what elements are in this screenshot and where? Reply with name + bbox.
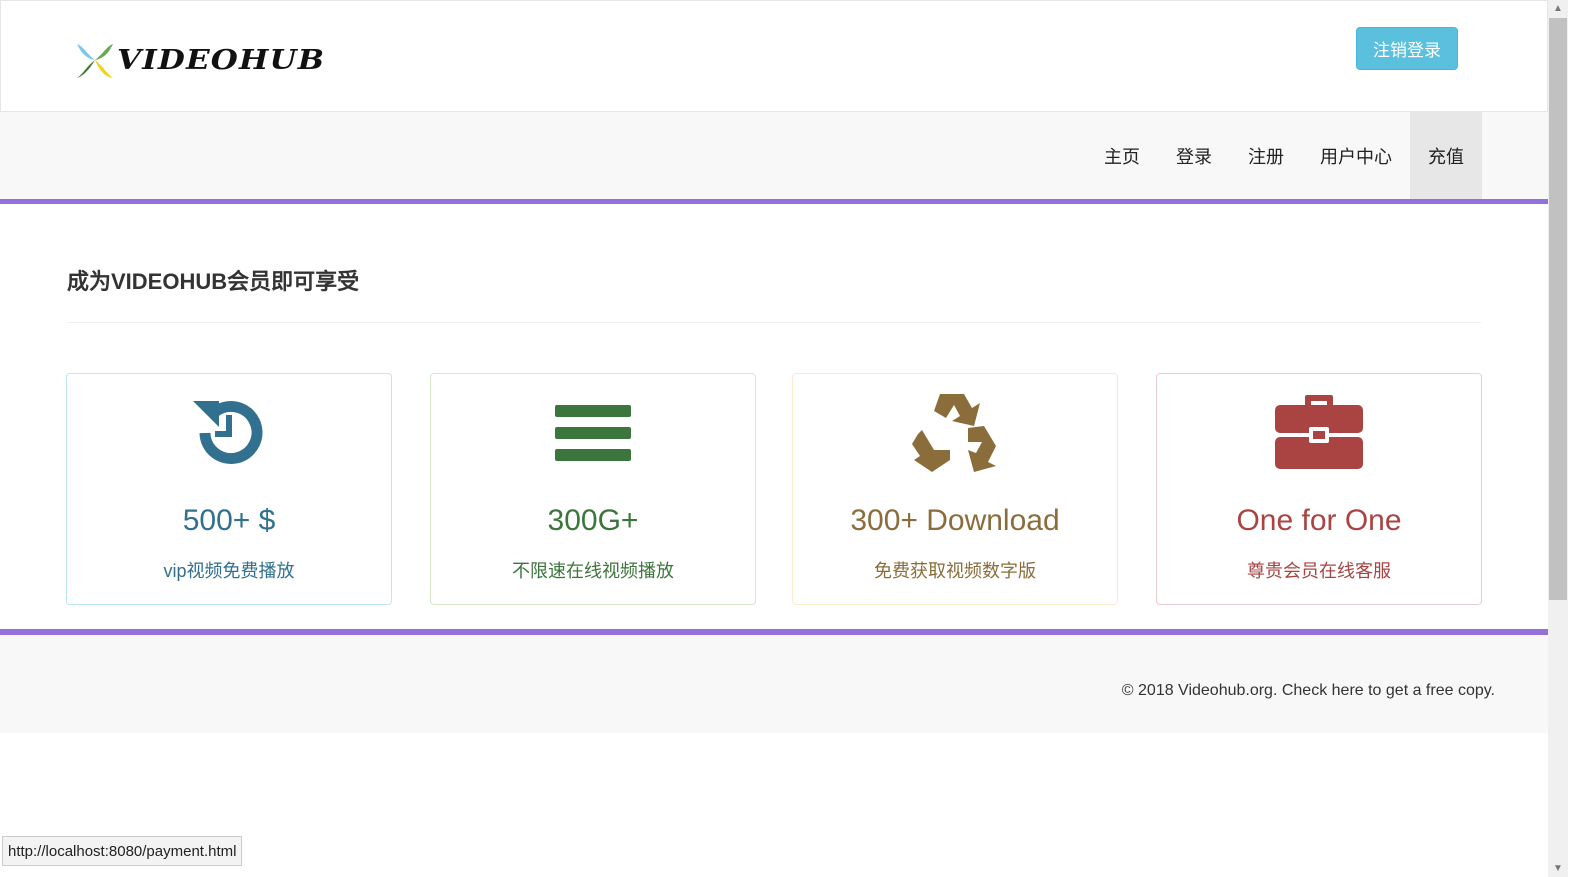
- scroll-up-arrow-icon[interactable]: ▲: [1548, 0, 1568, 17]
- scroll-down-arrow-icon[interactable]: ▼: [1548, 860, 1568, 877]
- benefit-desc: vip视频免费播放: [163, 561, 295, 581]
- vertical-scrollbar[interactable]: ▲ ▼: [1548, 0, 1568, 877]
- scroll-thumb[interactable]: [1549, 18, 1567, 600]
- benefit-stat: 300+ Download: [850, 504, 1060, 537]
- logo-text: VIDEOHUB: [117, 44, 326, 76]
- nav-item-login[interactable]: 登录: [1158, 112, 1230, 199]
- nav-item-recharge[interactable]: 充值: [1410, 112, 1482, 199]
- nav-item-home[interactable]: 主页: [1086, 112, 1158, 199]
- briefcase-icon: [1275, 395, 1363, 469]
- benefit-desc: 免费获取视频数字版: [874, 561, 1036, 581]
- title-divider: [67, 322, 1481, 323]
- benefit-stat: 500+ $: [182, 504, 276, 537]
- benefit-card-service: One for One 尊贵会员在线客服: [1156, 373, 1482, 605]
- nav-item-user-center[interactable]: 用户中心: [1302, 112, 1410, 199]
- navbar: 主页 登录 注册 用户中心 充值: [0, 112, 1548, 204]
- viewport: VIDEOHUB 注销登录 主页 登录 注册 用户中心 充值 成为VIDEOHU…: [0, 0, 1548, 877]
- benefit-stat: One for One: [1236, 504, 1402, 537]
- benefit-card-speed: 300G+ 不限速在线视频播放: [430, 373, 756, 605]
- benefit-stat: 300G+: [547, 504, 639, 537]
- site-header: VIDEOHUB 注销登录: [0, 0, 1548, 112]
- recycle-icon: [912, 394, 996, 472]
- benefit-card-download: 300+ Download 免费获取视频数字版: [792, 373, 1118, 605]
- nav-menu: 主页 登录 注册 用户中心 充值: [1086, 112, 1482, 199]
- page-title: 成为VIDEOHUB会员即可享受: [67, 269, 360, 294]
- leaf-logo-icon: [77, 44, 113, 78]
- benefit-desc: 尊贵会员在线客服: [1247, 561, 1391, 581]
- window-edge: [1568, 0, 1579, 877]
- logout-button[interactable]: 注销登录: [1356, 27, 1458, 70]
- benefit-desc: 不限速在线视频播放: [512, 561, 674, 581]
- menu-bars-icon: [555, 405, 631, 461]
- history-icon: [193, 401, 263, 464]
- site-logo[interactable]: VIDEOHUB: [75, 39, 324, 81]
- footer-copyright[interactable]: © 2018 Videohub.org. Check here to get a…: [1122, 682, 1495, 700]
- benefit-card-vip: 500+ $ vip视频免费播放: [66, 373, 392, 605]
- link-status-bar: http://localhost:8080/payment.html: [2, 836, 243, 866]
- site-footer: © 2018 Videohub.org. Check here to get a…: [0, 629, 1548, 733]
- browser-page: VIDEOHUB 注销登录 主页 登录 注册 用户中心 充值 成为VIDEOHU…: [0, 0, 1579, 877]
- nav-item-register[interactable]: 注册: [1230, 112, 1302, 199]
